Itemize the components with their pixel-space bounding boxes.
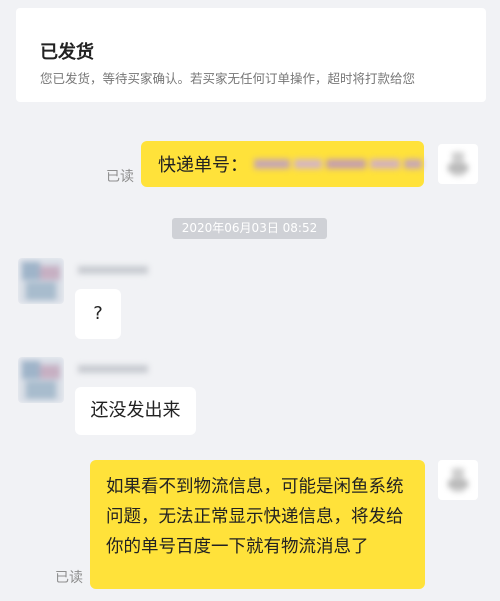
avatar-image-icon <box>18 258 64 304</box>
read-status: 已读 <box>106 169 134 185</box>
tracking-label: 快递单号： <box>158 155 248 176</box>
seller-avatar[interactable] <box>438 144 478 184</box>
status-description: 您已发货，等待买家确认。若买家无任何订单操作，超时将打款给您 <box>40 71 416 86</box>
buyer-username-redacted <box>78 266 148 274</box>
seller-avatar[interactable] <box>438 460 478 500</box>
tracking-number-redacted <box>254 159 422 169</box>
avatar-image-icon <box>18 357 64 403</box>
avatar-image-icon <box>438 144 478 184</box>
read-status: 已读 <box>55 570 83 586</box>
message-timestamp: 2020年06月03日 08:52 <box>172 218 327 239</box>
buyer-avatar[interactable] <box>18 357 64 403</box>
buyer-username-redacted <box>78 365 148 373</box>
seller-reply-bubble[interactable]: 如果看不到物流信息，可能是闲鱼系统问题，无法正常显示快递信息，将发给你的单号百度… <box>90 460 425 589</box>
order-status-card: 已发货 您已发货，等待买家确认。若买家无任何订单操作，超时将打款给您 <box>16 8 486 102</box>
buyer-message-bubble[interactable]: ? <box>75 289 121 339</box>
tracking-message-bubble[interactable]: 快递单号： <box>141 141 424 187</box>
buyer-message-bubble[interactable]: 还没发出来 <box>75 387 196 435</box>
avatar-image-icon <box>438 460 478 500</box>
status-title: 已发货 <box>40 42 94 63</box>
buyer-avatar[interactable] <box>18 258 64 304</box>
